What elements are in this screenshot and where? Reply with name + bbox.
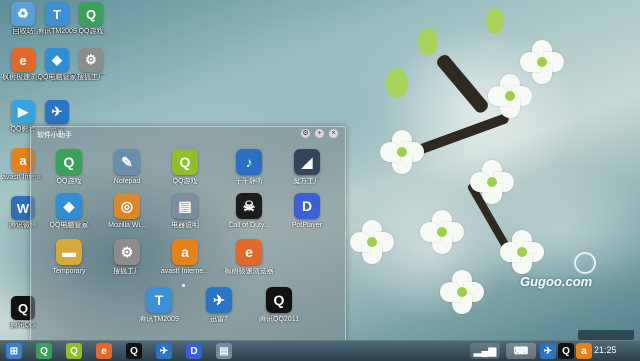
panel-app-icon[interactable]: D PotPlayer [279,193,335,230]
skull-icon: ☠ [236,193,262,219]
desktop-icon[interactable]: ⚙ 搜狐工厂 [70,48,112,82]
panel-app-icon[interactable]: ▬ Temporary [41,239,97,276]
qq-player-icon: ▶ [11,100,35,124]
launcher-panel[interactable]: 软件小助手 ⚙ + × Q QQ游戏 ✎ Notepad Q QQ游戏 ♪ 千千静听 ◢… [30,126,346,342]
tm-icon: T [45,2,69,26]
manual-icon: ▤ [172,193,198,219]
folder-icon: ▬ [56,239,82,265]
panel-title: 软件小助手 [37,132,72,139]
panel-app-label: Mozilla Wi... [108,222,146,229]
taskbar: ⊞ Q Qe Q ✈ D ▤ ▂▄▆ ⌨ ✈ Q a 21:25 [0,340,640,361]
add-icon[interactable]: + [315,129,324,138]
panel-app-label: 电器说明 [171,222,199,229]
panel-app-label: QQ电脑管家 [49,222,89,229]
panel-app-label: 枫树极速浏览器 [224,268,274,275]
qq-game-icon: Q [56,149,82,175]
volume-meter-icon[interactable]: ▂▄▆ [470,343,500,359]
settings-icon[interactable]: ⚙ [301,129,310,138]
watermark-text: Gugoo.com [520,274,593,289]
tray-widget[interactable] [578,330,634,340]
panel-app-label: PotPlayer [291,222,323,229]
watermark-logo-icon [574,252,596,274]
browser-icon: e [11,48,35,72]
potplayer-icon: D [294,193,320,219]
qq-guard-icon: ◆ [45,48,69,72]
panel-app-label: 魔方工厂 [293,178,321,185]
clock[interactable]: 21:25 [594,345,617,355]
panel-app-icon[interactable]: ◆ QQ电脑管家 [41,193,97,230]
avast-icon: a [172,239,198,265]
tray-thunder-icon[interactable]: ✈ [540,343,556,359]
panel-app-icon[interactable]: Q QQ游戏 [157,149,213,186]
panel-app-icon[interactable]: ♪ 千千静听 [221,149,277,186]
panel-app-icon[interactable]: ▤ 电器说明 [157,193,213,230]
desktop-icon-label: 搜狐工厂 [77,74,105,81]
panel-app-icon[interactable]: T 腾讯TM2009 [131,287,187,324]
panel-app-label: 迅雷7 [210,316,228,323]
potplayer-icon[interactable]: D [186,343,202,359]
qq-game-icon: Q [79,2,103,26]
thunder-icon: ✈ [206,287,232,313]
tray-qq-icon[interactable]: Q [558,343,574,359]
factory-icon: ⚙ [114,239,140,265]
panel-app-icon[interactable]: ✎ Notepad [99,149,155,186]
qq-game-icon: Q [172,149,198,175]
panel-app-label: Temporary [52,268,86,275]
panel-app-label: QQ游戏 [172,178,198,185]
browser-icon: e [236,239,262,265]
panel-app-icon[interactable]: a avast! Interne... [157,239,213,276]
tray-avast-icon[interactable]: a [576,343,592,359]
cube-icon: ◢ [294,149,320,175]
panel-app-icon[interactable]: ☠ Call of Duty... [221,193,277,230]
panel-app-label: 腾讯TM2009 [139,316,179,323]
panel-app-label: 搜狐工厂 [113,268,141,275]
desktop-icon[interactable]: Q QQ游戏 [70,2,112,36]
thunder-icon[interactable]: ✈ [156,343,172,359]
panel-app-label: QQ游戏 [56,178,82,185]
panel-app-icon[interactable]: Q QQ游戏 [41,149,97,186]
browser-icon[interactable]: e [96,343,112,359]
panel-app-icon[interactable]: ◢ 魔方工厂 [279,149,335,186]
panel-app-icon[interactable]: Q 腾讯QQ2011 [251,287,307,324]
thunder-icon: ✈ [45,100,69,124]
qq-game-icon[interactable]: Q [36,343,52,359]
close-icon[interactable]: × [329,129,338,138]
panel-app-label: Notepad [113,178,141,185]
panel-app-label: 千千静听 [235,178,263,185]
qq-game-icon[interactable]: Q [66,343,82,359]
panel-app-label: Call of Duty... [228,222,270,229]
panel-app-icon[interactable]: ⚙ 搜狐工厂 [99,239,155,276]
start-icon[interactable]: ⊞ [6,343,22,359]
factory-icon: ⚙ [79,48,103,72]
panel-app-icon[interactable]: ✈ 迅雷7 [191,287,247,324]
qq-icon[interactable]: Q [126,343,142,359]
page-indicator-dot[interactable] [182,284,185,287]
ime-indicator-icon[interactable]: ⌨ [506,343,536,359]
notepad-icon: ✎ [114,149,140,175]
desktop-icon-label: QQ游戏 [78,28,104,35]
recycle-bin-icon: ♻ [11,2,35,26]
tm-icon: T [146,287,172,313]
music-icon: ♪ [236,149,262,175]
panel-app-label: 腾讯QQ2011 [259,316,299,323]
panel-app-label: avast! Interne... [160,268,210,275]
qq-guard-icon: ◆ [56,193,82,219]
qq-icon: Q [266,287,292,313]
panel-app-icon[interactable]: e 枫树极速浏览器 [221,239,277,276]
firefox-icon: ◎ [114,193,140,219]
explorer-icon[interactable]: ▤ [216,343,232,359]
panel-app-icon[interactable]: ◎ Mozilla Wi... [99,193,155,230]
